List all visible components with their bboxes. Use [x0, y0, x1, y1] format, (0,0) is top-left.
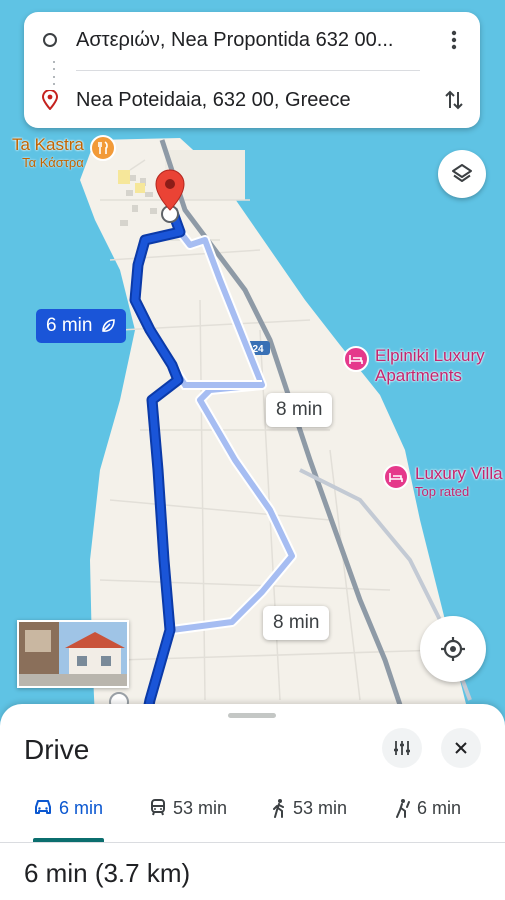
street-view-thumbnail[interactable] — [17, 620, 129, 688]
directions-search-card: Αστεριών, Nea Propontida 632 00... Nea P… — [24, 12, 480, 128]
ride-icon — [396, 799, 410, 818]
poi-elpiniki-line2: Apartments — [375, 366, 462, 385]
hotel-icon — [383, 464, 409, 490]
poi-ta-kastra-sub: Τα Κάστρα — [22, 155, 84, 170]
field-divider — [76, 70, 420, 71]
tab-transit[interactable]: 53 min — [149, 786, 227, 842]
destination-marker-icon — [42, 90, 58, 110]
travel-mode-tabs: 6 min 53 min 53 min 6 min — [0, 786, 505, 843]
poi-elpiniki-line1: Elpiniki Luxury — [375, 346, 485, 365]
directions-bottom-sheet: Drive 6 min 53 min 53 min 6 min 6 min (3… — [0, 704, 505, 900]
poi-ta-kastra-name: Ta Kastra — [12, 135, 84, 154]
tab-drive[interactable]: 6 min — [33, 786, 103, 842]
route-options-button[interactable] — [382, 728, 422, 768]
car-icon — [35, 800, 51, 814]
more-options-button[interactable] — [428, 30, 480, 50]
selected-route-time: 6 min — [46, 315, 93, 336]
alt-route-time-1: 8 min — [276, 399, 323, 420]
swap-vertical-icon — [445, 90, 463, 110]
origin-field[interactable]: Αστεριών, Nea Propontida 632 00... — [76, 29, 428, 52]
alt-route-time-2: 8 min — [273, 612, 320, 633]
tune-icon — [394, 741, 410, 755]
alt-route-chip-2[interactable]: 8 min — [263, 606, 330, 640]
close-button[interactable] — [441, 728, 481, 768]
poi-luxury-villa-name: Luxury Villa — [415, 464, 503, 483]
poi-luxury-villa[interactable]: Luxury Villa Top rated — [383, 464, 503, 499]
alt-route-chip-1[interactable]: 8 min — [266, 393, 333, 427]
more-vert-icon — [451, 30, 457, 50]
restaurant-icon — [89, 135, 116, 161]
tab-walk-label: 53 min — [293, 798, 348, 818]
walk-icon — [273, 799, 284, 818]
origin-row[interactable]: Αστεριών, Nea Propontida 632 00... — [24, 12, 480, 68]
poi-luxury-villa-sub: Top rated — [415, 484, 470, 499]
swap-button[interactable] — [428, 88, 480, 112]
active-tab-indicator — [33, 838, 104, 842]
poi-ta-kastra[interactable]: Ta Kastra Τα Κάστρα — [12, 135, 116, 170]
destination-row[interactable]: Nea Poteidaia, 632 00, Greece — [24, 72, 480, 128]
layers-icon — [452, 164, 472, 182]
sheet-title: Drive — [24, 734, 90, 765]
tab-drive-label: 6 min — [59, 798, 104, 818]
eco-leaf-icon — [102, 319, 116, 332]
sheet-drag-handle[interactable] — [228, 713, 276, 718]
route-summary: 6 min (3.7 km) — [24, 858, 190, 889]
poi-elpiniki[interactable]: Elpiniki Luxury Apartments — [343, 346, 485, 386]
tab-transit-label: 53 min — [173, 798, 228, 818]
close-icon — [455, 742, 467, 754]
crosshair-icon — [441, 637, 465, 661]
destination-field[interactable]: Nea Poteidaia, 632 00, Greece — [76, 89, 428, 112]
summary-distance: (3.7 km) — [94, 858, 191, 888]
tab-walk[interactable]: 53 min — [271, 786, 347, 842]
destination-pin-icon[interactable] — [150, 168, 190, 224]
map-layers-button[interactable] — [438, 150, 486, 198]
tab-ride-label: 6 min — [417, 798, 462, 818]
my-location-button[interactable] — [420, 616, 486, 682]
summary-time: 6 min — [24, 858, 88, 888]
transit-icon — [151, 799, 165, 816]
tab-ride[interactable]: 6 min — [393, 786, 461, 842]
origin-circle-icon — [43, 33, 57, 47]
hotel-icon — [343, 346, 369, 372]
selected-route-chip[interactable]: 6 min — [36, 309, 127, 343]
